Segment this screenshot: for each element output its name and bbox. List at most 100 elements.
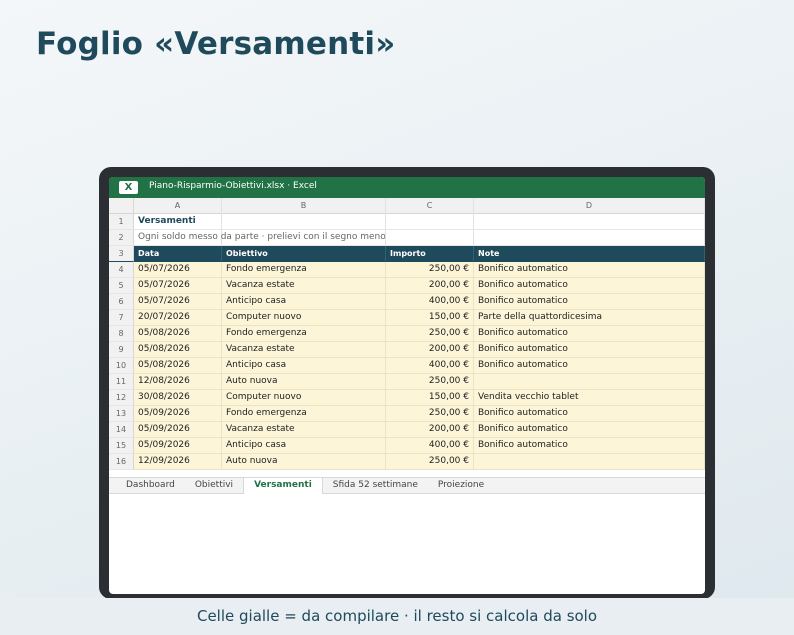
cell-obiettivo[interactable]: Auto nuova bbox=[222, 454, 386, 470]
sheet-tab-sfida-52-settimane[interactable]: Sfida 52 settimane bbox=[323, 478, 428, 494]
row-number[interactable]: 7 bbox=[109, 310, 134, 326]
sheet-tab-versamenti[interactable]: Versamenti bbox=[243, 478, 323, 494]
cell-importo[interactable]: 200,00 € bbox=[386, 342, 474, 358]
cell-note[interactable]: Bonifico automatico bbox=[474, 358, 705, 374]
row-number[interactable]: 5 bbox=[109, 278, 134, 294]
cell-data[interactable]: 30/08/2026 bbox=[134, 390, 222, 406]
cell-importo[interactable]: 250,00 € bbox=[386, 374, 474, 390]
column-header-c[interactable]: C bbox=[386, 198, 474, 214]
sheet-tab-proiezione[interactable]: Proiezione bbox=[428, 478, 494, 494]
cell[interactable] bbox=[386, 230, 474, 246]
cell-obiettivo[interactable]: Fondo emergenza bbox=[222, 406, 386, 422]
cell-data[interactable]: 05/08/2026 bbox=[134, 342, 222, 358]
cell-note[interactable] bbox=[474, 454, 705, 470]
row-number[interactable]: 10 bbox=[109, 358, 134, 374]
cell-importo[interactable]: 400,00 € bbox=[386, 438, 474, 454]
cell-data[interactable]: 20/07/2026 bbox=[134, 310, 222, 326]
cell[interactable] bbox=[222, 230, 386, 246]
column-header-a[interactable]: A bbox=[134, 198, 222, 214]
cell-importo[interactable]: 400,00 € bbox=[386, 294, 474, 310]
sheet-subtitle-cell[interactable]: Ogni soldo messo da parte · prelievi con… bbox=[134, 230, 386, 246]
cell-obiettivo[interactable]: Auto nuova bbox=[222, 374, 386, 390]
cell-obiettivo[interactable]: Vacanza estate bbox=[222, 278, 386, 294]
column-header-row: A B C D bbox=[109, 198, 705, 214]
cell-obiettivo[interactable]: Vacanza estate bbox=[222, 342, 386, 358]
cell-data[interactable]: 05/09/2026 bbox=[134, 422, 222, 438]
header-data[interactable]: Data bbox=[134, 246, 222, 262]
cell-obiettivo[interactable]: Anticipo casa bbox=[222, 438, 386, 454]
cell-importo[interactable]: 200,00 € bbox=[386, 422, 474, 438]
sheet-tab-obiettivi[interactable]: Obiettivi bbox=[185, 478, 243, 494]
cell-obiettivo[interactable]: Fondo emergenza bbox=[222, 262, 386, 278]
row-number[interactable]: 15 bbox=[109, 438, 134, 454]
sheet-title-cell[interactable]: Versamenti bbox=[134, 214, 222, 230]
cell-note[interactable]: Bonifico automatico bbox=[474, 342, 705, 358]
cell-data[interactable]: 12/08/2026 bbox=[134, 374, 222, 390]
cell-importo[interactable]: 250,00 € bbox=[386, 454, 474, 470]
cell-importo[interactable]: 200,00 € bbox=[386, 278, 474, 294]
spreadsheet-grid: A B C D 1 Versamenti 2 Ogni soldo messo … bbox=[109, 198, 705, 470]
row-number[interactable]: 14 bbox=[109, 422, 134, 438]
cell-data[interactable]: 05/08/2026 bbox=[134, 326, 222, 342]
sheet-row-2: 2 Ogni soldo messo da parte · prelievi c… bbox=[109, 230, 705, 246]
cell-note[interactable] bbox=[474, 374, 705, 390]
cell-importo[interactable]: 250,00 € bbox=[386, 262, 474, 278]
column-header-b[interactable]: B bbox=[222, 198, 386, 214]
cell-note[interactable]: Vendita vecchio tablet bbox=[474, 390, 705, 406]
sheet-row-1: 1 Versamenti bbox=[109, 214, 705, 230]
cell[interactable] bbox=[474, 214, 705, 230]
row-number[interactable]: 16 bbox=[109, 454, 134, 470]
select-all-corner[interactable] bbox=[109, 198, 134, 214]
row-number[interactable]: 8 bbox=[109, 326, 134, 342]
row-number[interactable]: 4 bbox=[109, 262, 134, 278]
cell-obiettivo[interactable]: Vacanza estate bbox=[222, 422, 386, 438]
header-note[interactable]: Note bbox=[474, 246, 705, 262]
column-header-d[interactable]: D bbox=[474, 198, 705, 214]
cell-obiettivo[interactable]: Anticipo casa bbox=[222, 358, 386, 374]
cell-obiettivo[interactable]: Anticipo casa bbox=[222, 294, 386, 310]
cell[interactable] bbox=[222, 214, 386, 230]
cell-note[interactable]: Bonifico automatico bbox=[474, 262, 705, 278]
cell-note[interactable]: Bonifico automatico bbox=[474, 294, 705, 310]
sheet-tab-dashboard[interactable]: Dashboard bbox=[116, 478, 185, 494]
cell-data[interactable]: 05/07/2026 bbox=[134, 262, 222, 278]
row-number[interactable]: 9 bbox=[109, 342, 134, 358]
row-number[interactable]: 6 bbox=[109, 294, 134, 310]
cell-note[interactable]: Bonifico automatico bbox=[474, 326, 705, 342]
cell-data[interactable]: 12/09/2026 bbox=[134, 454, 222, 470]
table-row: 16 12/09/2026 Auto nuova 250,00 € bbox=[109, 454, 705, 470]
cell-obiettivo[interactable]: Fondo emergenza bbox=[222, 326, 386, 342]
sheet-tabs: Dashboard Obiettivi Versamenti Sfida 52 set… bbox=[109, 477, 705, 494]
cell-obiettivo[interactable]: Computer nuovo bbox=[222, 390, 386, 406]
header-obiettivo[interactable]: Obiettivo bbox=[222, 246, 386, 262]
row-number[interactable]: 11 bbox=[109, 374, 134, 390]
cell[interactable] bbox=[474, 230, 705, 246]
cell-note[interactable]: Bonifico automatico bbox=[474, 406, 705, 422]
cell-data[interactable]: 05/09/2026 bbox=[134, 438, 222, 454]
row-number[interactable]: 3 bbox=[109, 246, 134, 262]
table-row: 12 30/08/2026 Computer nuovo 150,00 € Vendit… bbox=[109, 390, 705, 406]
table-row: 15 05/09/2026 Anticipo casa 400,00 € Bonific… bbox=[109, 438, 705, 454]
cell-data[interactable]: 05/08/2026 bbox=[134, 358, 222, 374]
row-number[interactable]: 1 bbox=[109, 214, 134, 230]
cell-obiettivo[interactable]: Computer nuovo bbox=[222, 310, 386, 326]
cell-data[interactable]: 05/07/2026 bbox=[134, 294, 222, 310]
table-row: 7 20/07/2026 Computer nuovo 150,00 € Parte d… bbox=[109, 310, 705, 326]
cell-note[interactable]: Bonifico automatico bbox=[474, 438, 705, 454]
cell-data[interactable]: 05/09/2026 bbox=[134, 406, 222, 422]
header-importo[interactable]: Importo bbox=[386, 246, 474, 262]
row-number[interactable]: 12 bbox=[109, 390, 134, 406]
row-number[interactable]: 2 bbox=[109, 230, 134, 246]
cell-data[interactable]: 05/07/2026 bbox=[134, 278, 222, 294]
cell-importo[interactable]: 250,00 € bbox=[386, 406, 474, 422]
cell-note[interactable]: Bonifico automatico bbox=[474, 278, 705, 294]
cell-note[interactable]: Parte della quattordicesima bbox=[474, 310, 705, 326]
row-number[interactable]: 13 bbox=[109, 406, 134, 422]
cell-importo[interactable]: 400,00 € bbox=[386, 358, 474, 374]
cell-importo[interactable]: 150,00 € bbox=[386, 310, 474, 326]
cell-note[interactable]: Bonifico automatico bbox=[474, 422, 705, 438]
cell-importo[interactable]: 250,00 € bbox=[386, 326, 474, 342]
cell[interactable] bbox=[386, 214, 474, 230]
data-rows: 4 05/07/2026 Fondo emergenza 250,00 € Bonifi… bbox=[109, 262, 705, 470]
cell-importo[interactable]: 150,00 € bbox=[386, 390, 474, 406]
